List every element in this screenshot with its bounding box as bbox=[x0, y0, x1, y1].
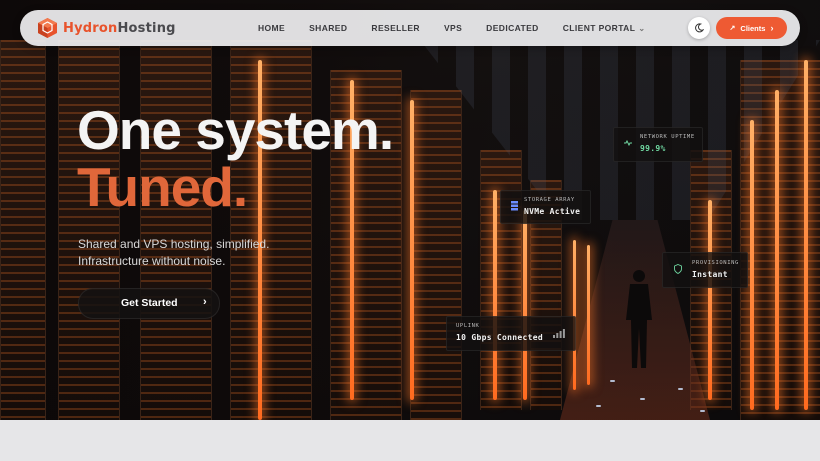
light-strip bbox=[410, 100, 414, 400]
page-footer-band bbox=[0, 420, 820, 461]
chevron-right-icon: › bbox=[770, 23, 774, 33]
arrow-icon: ↗ bbox=[729, 25, 736, 32]
nav-dedicated[interactable]: DEDICATED bbox=[486, 23, 539, 33]
nav-client-portal[interactable]: CLIENT PORTAL ⌄ bbox=[563, 23, 646, 33]
hero-title-dot: . bbox=[232, 156, 248, 218]
chevron-down-icon: ⌄ bbox=[638, 24, 646, 33]
card-label: PROVISIONING bbox=[692, 260, 739, 266]
hero-title-accent: Tuned bbox=[77, 156, 234, 218]
server-rack bbox=[0, 40, 46, 420]
get-started-button[interactable]: Get Started › bbox=[78, 288, 220, 319]
server-rack bbox=[410, 90, 462, 420]
light-strip bbox=[587, 245, 590, 385]
signal-bars-icon bbox=[553, 329, 565, 338]
storage-array-card: STORAGE ARRAY NVMe Active bbox=[500, 190, 591, 224]
database-icon bbox=[511, 201, 518, 211]
hero-subtitle-line2: Infrastructure without noise. bbox=[78, 254, 226, 268]
light-strip bbox=[523, 210, 527, 400]
network-uptime-card: NETWORK UPTIME 99.9% bbox=[613, 127, 703, 162]
floor-light bbox=[640, 398, 645, 400]
server-rack bbox=[230, 40, 312, 420]
clients-button-label: Clients bbox=[740, 23, 766, 33]
get-started-label: Get Started bbox=[121, 297, 178, 309]
nav-vps[interactable]: VPS bbox=[444, 23, 462, 33]
light-strip bbox=[573, 240, 576, 390]
light-strip bbox=[708, 200, 712, 400]
brand-name-part1: Hydron bbox=[63, 20, 118, 36]
light-strip bbox=[493, 190, 497, 400]
uplink-card: UPLINK 10 Gbps Connected bbox=[446, 316, 576, 351]
main-menu: HOME SHARED RESELLER VPS DEDICATED CLIEN… bbox=[258, 10, 669, 46]
moon-icon bbox=[695, 23, 704, 33]
hero-subtitle: Shared and VPS hosting, simplified. Infr… bbox=[78, 236, 269, 270]
cube-logo-icon bbox=[38, 18, 57, 38]
theme-toggle-button[interactable] bbox=[688, 17, 710, 39]
navbar: HydronHosting HOME SHARED RESELLER VPS D… bbox=[20, 10, 800, 46]
nav-client-portal-label: CLIENT PORTAL bbox=[562, 23, 636, 33]
card-value: 99.9% bbox=[640, 144, 666, 153]
floor-light bbox=[596, 405, 601, 407]
nav-shared[interactable]: SHARED bbox=[309, 23, 347, 33]
server-rack bbox=[140, 40, 212, 420]
hero-title-line1: One system. bbox=[77, 99, 394, 161]
provisioning-card: PROVISIONING Instant bbox=[662, 252, 748, 288]
floor-light bbox=[700, 410, 705, 412]
card-label: UPLINK bbox=[456, 323, 480, 329]
card-value: Instant bbox=[692, 270, 728, 279]
floor-light bbox=[610, 380, 615, 382]
clients-button[interactable]: ↗ Clients › bbox=[716, 17, 787, 39]
server-rack bbox=[480, 150, 522, 410]
card-value: NVMe Active bbox=[524, 207, 581, 216]
brand-logo[interactable]: HydronHosting bbox=[37, 17, 176, 39]
shield-icon bbox=[674, 264, 682, 274]
brand-name-part2: Hosting bbox=[117, 20, 176, 36]
nav-home[interactable]: HOME bbox=[258, 23, 285, 33]
pulse-icon bbox=[624, 140, 632, 146]
nav-reseller[interactable]: RESELLER bbox=[371, 23, 420, 33]
card-value: 10 Gbps Connected bbox=[456, 333, 543, 342]
card-label: STORAGE ARRAY bbox=[524, 197, 575, 203]
hero-subtitle-line1: Shared and VPS hosting, simplified. bbox=[78, 237, 270, 251]
person-silhouette bbox=[626, 270, 652, 368]
card-label: NETWORK UPTIME bbox=[640, 134, 695, 140]
chevron-right-icon: › bbox=[203, 296, 207, 308]
hero-title-line2: Tuned. bbox=[77, 156, 248, 218]
hero-section: One system. Tuned. Shared and VPS hostin… bbox=[0, 0, 820, 420]
server-rack bbox=[58, 40, 120, 420]
light-strip bbox=[804, 60, 808, 410]
light-strip bbox=[750, 120, 754, 410]
light-strip bbox=[775, 90, 779, 410]
floor-light bbox=[678, 388, 683, 390]
